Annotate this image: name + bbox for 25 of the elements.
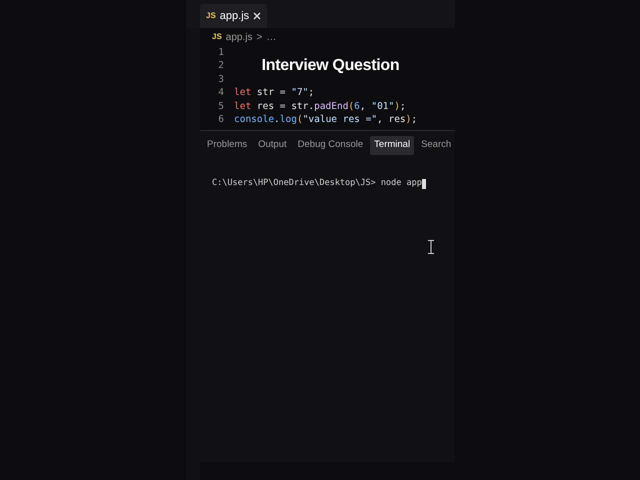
- close-icon[interactable]: [253, 12, 262, 20]
- line-number: 6: [217, 113, 225, 126]
- editor-tab[interactable]: JS app.js: [200, 4, 268, 28]
- breadcrumb-item[interactable]: …: [266, 30, 276, 44]
- code-line: let res = str.padEnd(6, "01");: [234, 100, 406, 114]
- js-file-icon: JS: [206, 10, 216, 22]
- line-number: 5: [217, 100, 225, 114]
- i-beam-cursor-icon: [428, 240, 434, 254]
- code-line: console.log("value res =", res);: [234, 113, 418, 126]
- line-number: 1: [217, 46, 225, 60]
- overlay-title: Interview Question: [262, 56, 400, 76]
- line-number: 4: [217, 86, 225, 100]
- code-line: let str = "7";: [234, 86, 314, 100]
- line-number: 3: [217, 72, 225, 86]
- breadcrumb-item[interactable]: app.js: [226, 30, 252, 44]
- panel-tab[interactable]: Search: [417, 136, 456, 155]
- terminal-line: C:\Users\HP\OneDrive\Desktop\JS> node app: [212, 177, 422, 190]
- breadcrumb-separator: >: [256, 30, 262, 44]
- line-number: 2: [217, 59, 225, 73]
- panel-tab[interactable]: Debug Console: [294, 136, 368, 155]
- text-cursor: [422, 178, 426, 189]
- js-file-icon: JS: [212, 31, 222, 43]
- panel-tab[interactable]: Problems: [203, 136, 252, 155]
- panel-tab[interactable]: Terminal: [370, 136, 414, 155]
- panel-tab[interactable]: Output: [254, 136, 291, 155]
